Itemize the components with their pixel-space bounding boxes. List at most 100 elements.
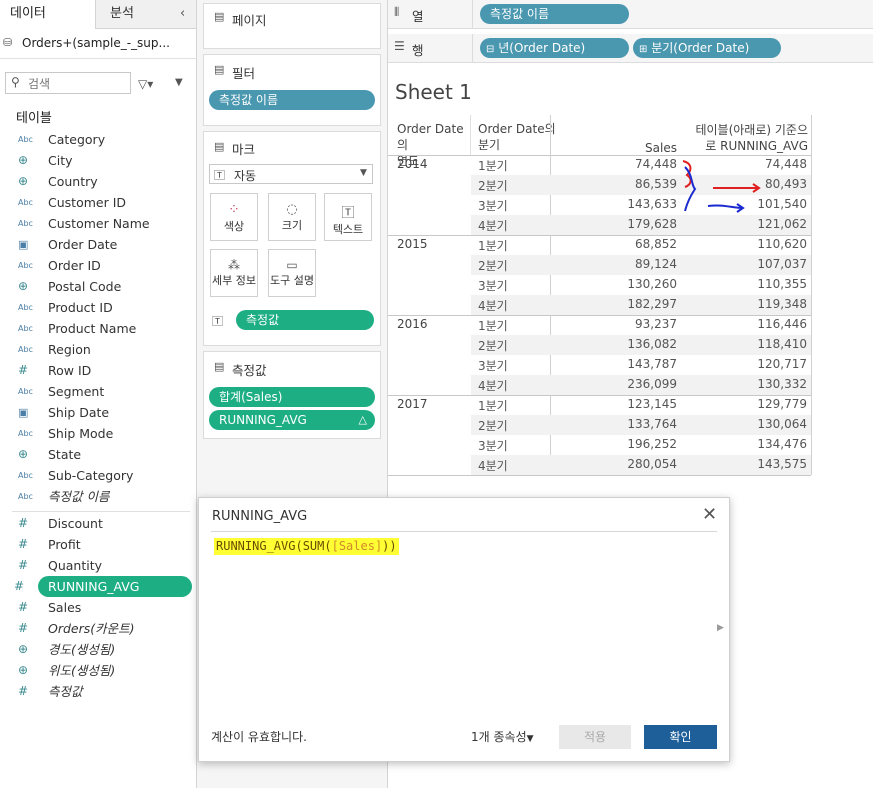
dimension-field[interactable]: Abc Region	[0, 339, 196, 360]
filters-card[interactable]: ▤ 필터 측정값 이름	[203, 54, 381, 126]
cell-sales[interactable]: 130,260	[578, 277, 677, 291]
text-pill-measure-values[interactable]: 측정값	[236, 310, 374, 330]
cell-sales[interactable]: 179,628	[578, 217, 677, 231]
filter-icon[interactable]: ▽▾	[138, 77, 153, 91]
pages-card[interactable]: ▤ 페이지	[203, 3, 381, 49]
dimension-field[interactable]: Abc Sub-Category	[0, 465, 196, 486]
cell-sales[interactable]: 123,145	[578, 397, 677, 411]
calc-name[interactable]: RUNNING_AVG	[212, 509, 307, 524]
cell-quarter[interactable]: 1분기	[478, 397, 538, 414]
cell-quarter[interactable]: 3분기	[478, 277, 538, 294]
cell-year[interactable]: 2016	[397, 317, 457, 331]
cell-quarter[interactable]: 1분기	[478, 157, 538, 174]
cell-year[interactable]: 2014	[397, 157, 457, 171]
cell-running-avg[interactable]: 121,062	[708, 217, 807, 231]
cell-running-avg[interactable]: 129,779	[708, 397, 807, 411]
cell-running-avg[interactable]: 110,620	[708, 237, 807, 251]
rows-shelf[interactable]: ☰ 행 ⊟ 년(Order Date) ⊞ 분기(Order Date)	[388, 34, 873, 63]
rows-pill-year[interactable]: ⊟ 년(Order Date)	[480, 38, 629, 58]
cell-running-avg[interactable]: 116,446	[708, 317, 807, 331]
cell-quarter[interactable]: 2분기	[478, 257, 538, 274]
cell-running-avg[interactable]: 118,410	[708, 337, 807, 351]
measure-pill-running-avg[interactable]: RUNNING_AVG △	[209, 410, 375, 430]
dimension-field[interactable]: ▣ Order Date	[0, 234, 196, 255]
cell-sales[interactable]: 236,099	[578, 377, 677, 391]
cell-sales[interactable]: 89,124	[578, 257, 677, 271]
measure-field[interactable]: # RUNNING_AVG	[0, 576, 196, 597]
mark-type-select[interactable]: 🅃 자동 ▼	[209, 164, 373, 184]
ok-button[interactable]: 확인	[644, 725, 717, 749]
expand-arrow-icon[interactable]: ▶	[717, 623, 724, 633]
dimension-field[interactable]: ⊕ Postal Code	[0, 276, 196, 297]
tab-data[interactable]: 데이터	[0, 0, 96, 29]
cell-quarter[interactable]: 4분기	[478, 377, 538, 394]
datasource[interactable]: ⛁ Orders+(sample_-_sup...	[0, 28, 196, 59]
collapse-pane-icon[interactable]: ‹	[180, 0, 194, 28]
dimension-field[interactable]: Abc Customer ID	[0, 192, 196, 213]
measure-field[interactable]: # 측정값	[0, 681, 196, 702]
cell-sales[interactable]: 93,237	[578, 317, 677, 331]
cell-running-avg[interactable]: 134,476	[708, 437, 807, 451]
measure-field[interactable]: ⊕ 위도(생성됨)	[0, 660, 196, 681]
dimension-field[interactable]: Abc 측정값 이름	[0, 486, 196, 507]
cell-quarter[interactable]: 2분기	[478, 417, 538, 434]
cell-sales[interactable]: 182,297	[578, 297, 677, 311]
dimension-field[interactable]: ⊕ Country	[0, 171, 196, 192]
cell-sales[interactable]: 74,448	[578, 157, 677, 171]
cell-quarter[interactable]: 3분기	[478, 197, 538, 214]
measure-field[interactable]: # Quantity	[0, 555, 196, 576]
cell-running-avg[interactable]: 120,717	[708, 357, 807, 371]
cell-running-avg[interactable]: 119,348	[708, 297, 807, 311]
dimension-field[interactable]: Abc Product Name	[0, 318, 196, 339]
rows-pill-quarter[interactable]: ⊞ 분기(Order Date)	[633, 38, 781, 58]
dimension-field[interactable]: Abc Order ID	[0, 255, 196, 276]
search-box[interactable]: ⚲	[5, 72, 131, 94]
measure-field[interactable]: # Orders(카운트)	[0, 618, 196, 639]
cell-quarter[interactable]: 4분기	[478, 457, 538, 474]
menu-dropdown-icon[interactable]: ▼	[175, 77, 183, 88]
cell-year[interactable]: 2015	[397, 237, 457, 251]
cell-quarter[interactable]: 4분기	[478, 217, 538, 234]
cell-year[interactable]: 2017	[397, 397, 457, 411]
text-button[interactable]: 🅃 텍스트	[324, 193, 372, 241]
measure-pill-sum-sales[interactable]: 합계(Sales)	[209, 387, 375, 407]
dimension-field[interactable]: # Row ID	[0, 360, 196, 381]
cell-quarter[interactable]: 2분기	[478, 177, 538, 194]
dimension-field[interactable]: Abc Segment	[0, 381, 196, 402]
columns-shelf[interactable]: ⦀ 열 측정값 이름	[388, 0, 873, 29]
dimension-field[interactable]: Abc Ship Mode	[0, 423, 196, 444]
tooltip-button[interactable]: ▭ 도구 설명	[268, 249, 316, 297]
apply-button[interactable]: 적용	[559, 725, 631, 749]
formula-editor[interactable]: RUNNING_AVG(SUM([Sales]))	[214, 538, 399, 555]
cell-sales[interactable]: 196,252	[578, 437, 677, 451]
cell-sales[interactable]: 143,787	[578, 357, 677, 371]
cell-running-avg[interactable]: 107,037	[708, 257, 807, 271]
dimension-field[interactable]: ⊕ City	[0, 150, 196, 171]
cell-quarter[interactable]: 1분기	[478, 237, 538, 254]
dimension-field[interactable]: ▣ Ship Date	[0, 402, 196, 423]
measure-field[interactable]: # Discount	[0, 513, 196, 534]
cell-sales[interactable]: 143,633	[578, 197, 677, 211]
dimension-field[interactable]: Abc Customer Name	[0, 213, 196, 234]
dependencies-dropdown[interactable]: 1개 종속성▼	[471, 728, 534, 745]
cell-running-avg[interactable]: 110,355	[708, 277, 807, 291]
close-icon[interactable]: ✕	[702, 504, 717, 525]
cell-sales[interactable]: 133,764	[578, 417, 677, 431]
dimension-field[interactable]: Abc Category	[0, 129, 196, 150]
detail-button[interactable]: ⁂ 세부 정보	[210, 249, 258, 297]
cell-quarter[interactable]: 1분기	[478, 317, 538, 334]
cell-sales[interactable]: 280,054	[578, 457, 677, 471]
measure-field[interactable]: # Sales	[0, 597, 196, 618]
cell-quarter[interactable]: 3분기	[478, 437, 538, 454]
cell-sales[interactable]: 86,539	[578, 177, 677, 191]
search-input[interactable]	[26, 74, 130, 94]
cell-running-avg[interactable]: 130,332	[708, 377, 807, 391]
cell-running-avg[interactable]: 143,575	[708, 457, 807, 471]
filter-pill-measure-names[interactable]: 측정값 이름	[209, 90, 375, 110]
cell-running-avg[interactable]: 130,064	[708, 417, 807, 431]
tab-analysis[interactable]: 분석	[110, 0, 170, 28]
cell-quarter[interactable]: 3분기	[478, 357, 538, 374]
cell-sales[interactable]: 68,852	[578, 237, 677, 251]
cell-quarter[interactable]: 4분기	[478, 297, 538, 314]
dimension-field[interactable]: ⊕ State	[0, 444, 196, 465]
